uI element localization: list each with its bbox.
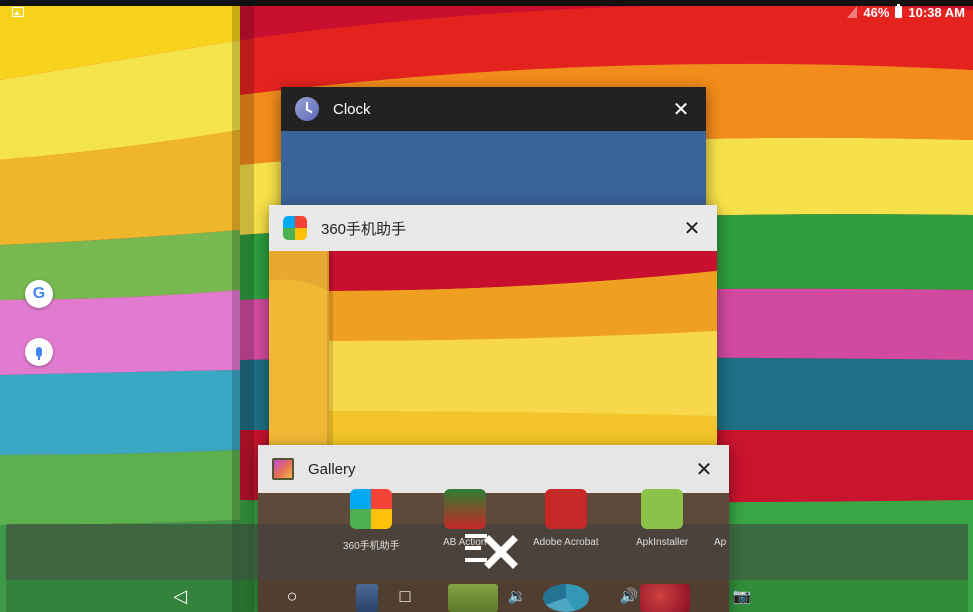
card-header: Clock ✕ [281, 87, 706, 131]
no-signal-icon [847, 6, 858, 18]
card-title: Clock [333, 100, 371, 118]
clock-app-icon [295, 97, 319, 121]
card-header: Gallery ✕ [258, 445, 729, 493]
android-installer-icon [641, 489, 684, 529]
recents-button[interactable]: □ [391, 582, 419, 610]
status-right: 46% 10:38 AM [847, 4, 965, 20]
app-360-icon [350, 489, 393, 529]
close-card-button[interactable]: ✕ [670, 98, 692, 121]
screenshot-button[interactable]: 📷 [728, 582, 756, 610]
volume-up-button[interactable]: 🔊 [615, 582, 643, 610]
gallery-app-icon [272, 458, 294, 480]
navigation-bar: ◁ ○ □ 🔉 🔊 📷 [6, 580, 968, 612]
status-bar: 46% 10:38 AM [0, 0, 973, 24]
close-card-button[interactable]: ✕ [681, 217, 703, 240]
app-label: Ap [714, 537, 727, 548]
app-item-adobe[interactable]: Adobe Acrobat [533, 489, 599, 548]
app-label: 360手机助手 [343, 541, 400, 552]
recent-card-360[interactable]: 360手机助手 ✕ [269, 205, 717, 455]
app-item-360[interactable]: 360手机助手 [343, 489, 400, 552]
volume-down-button[interactable]: 🔉 [503, 582, 531, 610]
app-label: Adobe Acrobat [533, 537, 599, 548]
clock-time: 10:38 AM [908, 4, 965, 20]
home-button[interactable]: ○ [278, 582, 306, 610]
app-item-partial[interactable]: Ap [714, 489, 726, 548]
app-360-icon [283, 216, 307, 240]
clear-all-button[interactable] [463, 528, 519, 574]
adobe-acrobat-icon [544, 489, 587, 529]
battery-icon [895, 4, 903, 18]
microphone-icon [36, 347, 42, 360]
battery-percent: 46% [863, 4, 890, 20]
status-left [12, 7, 24, 17]
image-notification-icon [12, 7, 24, 17]
angry-birds-icon [443, 489, 486, 529]
google-letter: G [32, 285, 46, 302]
voice-search-icon[interactable] [25, 338, 53, 366]
card-title: 360手机助手 [321, 220, 407, 238]
card-header: 360手机助手 ✕ [269, 205, 717, 251]
clear-all-icon [465, 534, 518, 569]
card-preview [269, 251, 717, 455]
card-title: Gallery [308, 460, 356, 478]
app-item-apkinstaller[interactable]: ApkInstaller [636, 489, 688, 548]
close-card-button[interactable]: ✕ [693, 458, 715, 481]
back-button[interactable]: ◁ [166, 582, 194, 610]
google-search-icon[interactable]: G [25, 280, 53, 308]
app-label: ApkInstaller [636, 537, 689, 548]
